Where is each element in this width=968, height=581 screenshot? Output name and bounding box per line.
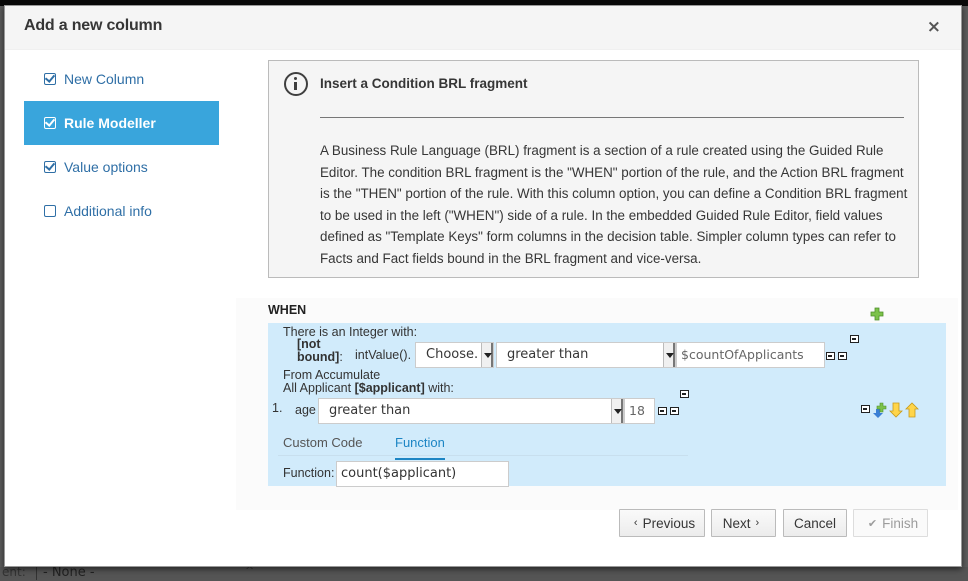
chevron-left-icon: ‹	[633, 517, 638, 529]
close-icon[interactable]: ×	[927, 18, 941, 36]
remove-constraint-icon[interactable]	[658, 407, 667, 415]
field-select[interactable]: Choose.	[415, 342, 494, 368]
move-up-icon[interactable]	[905, 402, 919, 418]
info-description: A Business Rule Language (BRL) fragment …	[320, 143, 908, 266]
constraint-value-input[interactable]: 18	[624, 398, 655, 424]
next-label: Next	[722, 515, 751, 531]
field-select-value: Choose.	[426, 347, 479, 362]
cancel-button[interactable]: Cancel	[783, 509, 847, 537]
remove-constraint-icon[interactable]	[826, 352, 835, 360]
step-additional-info[interactable]: Additional info	[24, 189, 219, 233]
source-pattern-label: All Applicant [$applicant] with:	[283, 381, 454, 395]
insert-pattern-below-icon[interactable]	[873, 402, 887, 418]
constraint-field: age	[295, 403, 316, 417]
function-input[interactable]: count($applicant)	[336, 461, 509, 487]
background-page-strip: ent: - None - ^	[0, 564, 968, 581]
dropdown-caret-icon	[481, 343, 493, 367]
info-circle-icon	[284, 72, 308, 96]
checkbox-checked-icon	[44, 73, 56, 85]
delete-row-icon[interactable]	[861, 405, 870, 413]
constraint-operator-select[interactable]: greater than	[318, 398, 624, 424]
tab-custom-code[interactable]: Custom Code	[283, 435, 362, 450]
finish-button[interactable]: ✔ Finish	[853, 509, 928, 537]
source-prefix: All Applicant	[283, 381, 355, 395]
value-input[interactable]: $countOfApplicants	[676, 342, 825, 368]
checkbox-checked-icon	[44, 117, 56, 129]
info-panel: Insert a Condition BRL fragment A Busine…	[268, 60, 919, 278]
constraint-operator-value: greater than	[329, 403, 411, 418]
remove-constraint-icon[interactable]	[838, 352, 847, 360]
modal-header: Add a new column ×	[5, 6, 961, 50]
chevron-right-icon: ›	[755, 517, 760, 529]
add-pattern-icon[interactable]	[870, 307, 884, 321]
cancel-label: Cancel	[793, 515, 837, 531]
constraint-index: 1.	[272, 401, 283, 415]
background-field-label: ent:	[2, 565, 26, 579]
pattern-block: There is an Integer with: [not bound]: i…	[268, 323, 946, 487]
tabs-divider	[278, 455, 688, 456]
step-new-column[interactable]: New Column	[24, 57, 219, 101]
dropdown-caret-icon	[663, 343, 675, 367]
remove-source-pattern-icon[interactable]	[680, 390, 689, 398]
field-label: intValue().	[355, 348, 412, 362]
modal-title: Add a new column	[24, 17, 163, 34]
step-value-options[interactable]: Value options	[24, 145, 219, 189]
previous-label: Previous	[642, 515, 696, 531]
step-label: Rule Modeller	[64, 115, 156, 131]
wizard-steps: New Column Rule Modeller Value options A…	[24, 57, 219, 233]
step-label: Value options	[64, 159, 148, 175]
remove-constraint-icon[interactable]	[670, 407, 679, 415]
next-button[interactable]: Next ›	[711, 509, 776, 537]
background-select: - None -	[36, 565, 95, 580]
operator-select[interactable]: greater than	[496, 342, 676, 368]
move-down-icon[interactable]	[889, 402, 903, 418]
function-label: Function:	[283, 466, 335, 480]
when-label: WHEN	[268, 303, 307, 317]
checkbox-checked-icon	[44, 161, 56, 173]
step-label: New Column	[64, 71, 145, 87]
remove-pattern-icon[interactable]	[850, 335, 859, 343]
binding-text-2: bound]	[297, 350, 340, 364]
divider	[320, 117, 904, 118]
step-rule-modeller[interactable]: Rule Modeller	[24, 101, 219, 145]
info-title: Insert a Condition BRL fragment	[320, 76, 528, 91]
previous-button[interactable]: ‹ Previous	[619, 509, 705, 537]
finish-label: Finish	[882, 515, 919, 531]
operator-select-value: greater than	[507, 347, 589, 362]
source-suffix: with:	[424, 381, 454, 395]
checkmark-icon: ✔	[867, 517, 878, 530]
step-label: Additional info	[64, 203, 152, 219]
binding-label[interactable]: [not bound]:	[297, 338, 343, 364]
dropdown-caret-icon	[611, 399, 623, 423]
binding-colon: :	[339, 350, 343, 364]
tab-function[interactable]: Function	[395, 435, 445, 460]
checkbox-unchecked-icon	[44, 205, 56, 217]
source-binding[interactable]: [$applicant]	[355, 381, 425, 395]
from-accumulate-label: From Accumulate	[283, 368, 381, 382]
